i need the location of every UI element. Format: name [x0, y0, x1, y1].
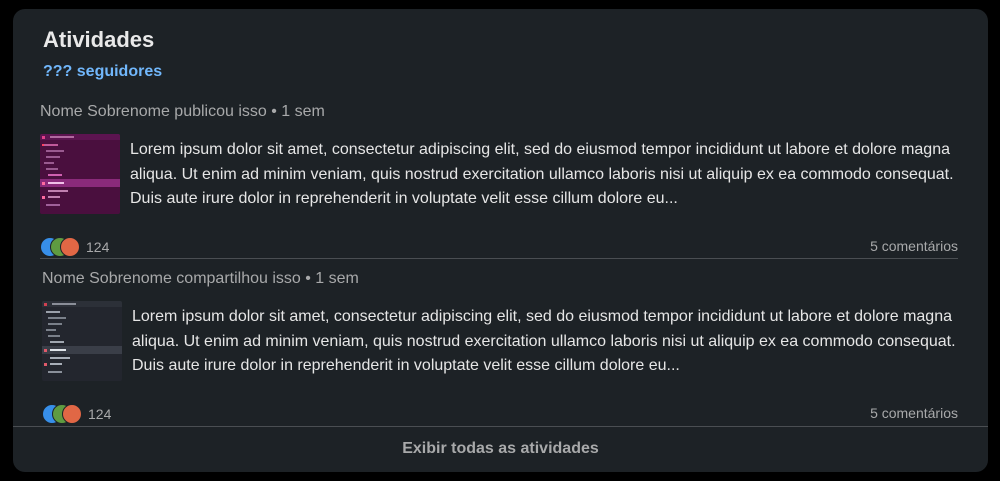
reactions[interactable]: 124: [42, 404, 111, 424]
code-editor-image: [42, 301, 122, 381]
post-text[interactable]: Lorem ipsum dolor sit amet, consectetur …: [132, 305, 960, 379]
show-all-activities-button[interactable]: Exibir todas as atividades: [13, 426, 988, 472]
post-header[interactable]: Nome Sobrenome compartilhou isso • 1 sem: [42, 270, 359, 288]
comments-link[interactable]: 5 comentários: [870, 238, 958, 254]
love-reaction-icon: [60, 237, 80, 257]
activity-post: Nome Sobrenome compartilhou isso • 1 sem: [40, 270, 958, 430]
divider: [40, 258, 958, 259]
reaction-icons: [40, 237, 82, 257]
show-all-activities-label: Exibir todas as atividades: [402, 439, 599, 457]
post-text[interactable]: Lorem ipsum dolor sit amet, consectetur …: [130, 138, 958, 212]
followers-link[interactable]: ??? seguidores: [43, 63, 162, 81]
reactions[interactable]: 124: [40, 237, 109, 257]
love-reaction-icon: [62, 404, 82, 424]
post-thumbnail[interactable]: [40, 134, 120, 214]
activity-card: Atividades ??? seguidores Nome Sobrenome…: [13, 9, 988, 472]
comments-link[interactable]: 5 comentários: [870, 405, 958, 421]
post-thumbnail[interactable]: [42, 301, 122, 381]
card-title: Atividades: [43, 27, 155, 52]
reaction-icons: [42, 404, 84, 424]
reactions-count: 124: [88, 406, 112, 422]
code-editor-image: [40, 134, 120, 214]
reactions-count: 124: [86, 239, 110, 255]
activity-post: Nome Sobrenome publicou isso • 1 sem Lor…: [40, 103, 958, 263]
post-header[interactable]: Nome Sobrenome publicou isso • 1 sem: [40, 103, 325, 121]
